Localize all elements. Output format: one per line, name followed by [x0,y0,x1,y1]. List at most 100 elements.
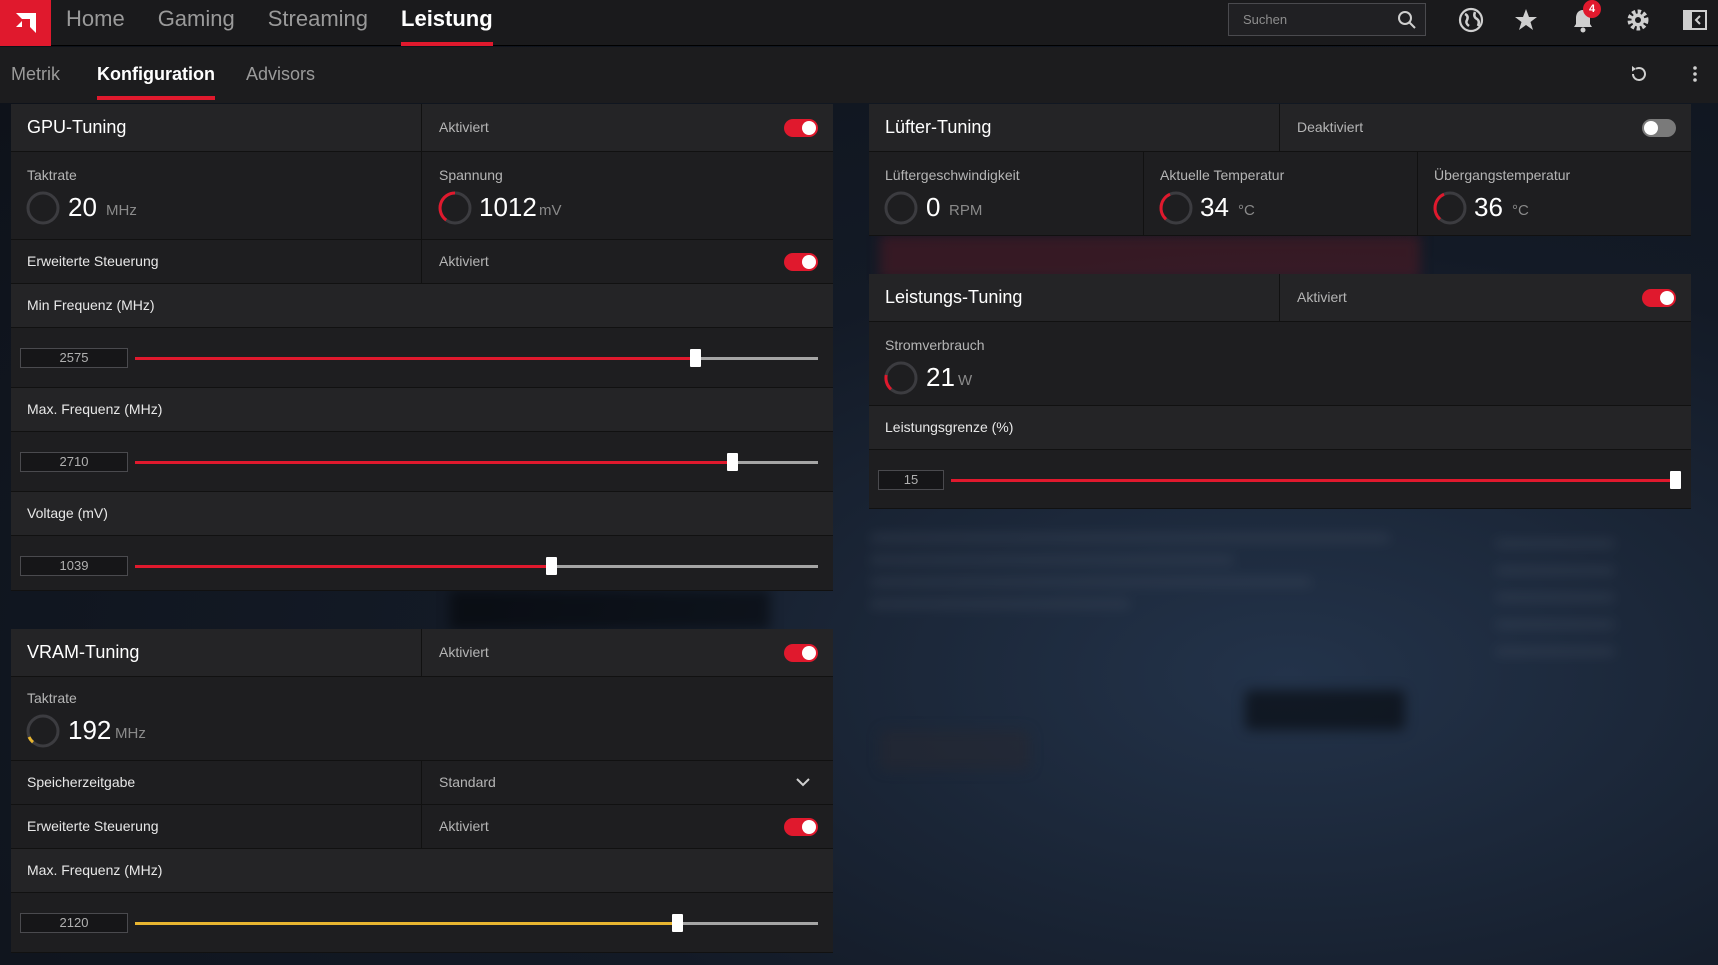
max-frequency-header: Max. Frequenz (MHz) [11,388,833,432]
power-gauge-icon [884,361,918,395]
divider [421,104,422,152]
gear-icon[interactable] [1624,6,1652,34]
power-limit-label: Leistungsgrenze (%) [885,419,1014,435]
max-frequency-thumb[interactable] [727,453,739,471]
divider [421,805,422,849]
min-frequency-thumb[interactable] [689,349,701,367]
vram-max-frequency-thumb[interactable] [672,914,684,932]
vram-taktrate-gauge-icon [26,714,60,748]
gpu-tuning-status: Aktiviert [439,119,489,135]
min-frequency-slider-row: 2575 [11,328,833,388]
more-options-icon[interactable] [1689,63,1701,85]
sidebar-toggle-icon[interactable] [1681,6,1709,34]
junction-temp-unit: °C [1512,202,1529,219]
vram-advanced-control-label: Erweiterte Steuerung [27,818,159,834]
voltage-header: Voltage (mV) [11,492,833,536]
voltage-fill [135,565,552,568]
voltage-input[interactable]: 1039 [20,556,128,576]
max-frequency-fill [135,461,733,464]
fan-tuning-toggle[interactable] [1642,119,1676,137]
voltage-label: Voltage (mV) [27,505,108,521]
background-blur [870,520,1390,640]
min-frequency-label: Min Frequenz (MHz) [27,297,155,313]
background-blur [1495,520,1615,680]
divider [421,629,422,677]
reset-icon[interactable] [1628,63,1650,85]
globe-icon[interactable] [1457,6,1485,34]
power-consumption-value: 21 [926,362,955,392]
nav-gaming[interactable]: Gaming [158,0,235,46]
memory-timing-label: Speicherzeitgabe [27,774,136,790]
tab-metrik[interactable]: Metrik [11,64,60,85]
nav-home[interactable]: Home [66,0,125,46]
power-tuning-toggle[interactable] [1642,289,1676,307]
power-tuning-status: Aktiviert [1297,289,1347,305]
fan-metrics-row: Lüftergeschwindigkeit 0 RPM Aktuelle Tem… [869,152,1691,236]
vram-tuning-header: VRAM-Tuning Aktiviert [11,629,833,677]
background-blur [880,730,1030,770]
junction-temp-gauge-icon [1433,191,1467,225]
nav-streaming[interactable]: Streaming [268,0,368,46]
junction-temp-value: 36 [1474,192,1503,222]
power-limit-slider-row: 15 [869,450,1691,509]
current-temp-unit: °C [1238,202,1255,219]
spannung-gauge-icon [438,191,472,225]
gpu-tuning-header: GPU-Tuning Aktiviert [11,104,833,152]
tab-advisors[interactable]: Advisors [246,64,315,85]
fan-speed-label: Lüftergeschwindigkeit [885,167,1020,183]
taktrate-label: Taktrate [27,167,77,183]
gpu-tuning-title: GPU-Tuning [27,117,127,137]
vram-taktrate-label: Taktrate [27,690,77,706]
vram-max-frequency-input[interactable]: 2120 [20,913,128,933]
vram-tuning-status: Aktiviert [439,644,489,660]
background-blur [1245,690,1405,730]
background-blur [450,590,770,630]
fan-speed-value: 0 [926,192,941,222]
fan-tuning-panel: Lüfter-Tuning Deaktiviert Lüftergeschwin… [869,104,1691,236]
power-limit-input[interactable]: 15 [878,470,944,490]
voltage-thumb[interactable] [546,557,558,575]
gpu-metrics-row: Taktrate 20 MHz Spannung 1012 mV [11,152,833,240]
advanced-control-toggle[interactable] [784,253,818,271]
taktrate-unit: MHz [106,202,137,219]
fan-speed-gauge-icon [884,191,918,225]
vram-max-frequency-label: Max. Frequenz (MHz) [27,862,163,878]
power-tuning-title: Leistungs-Tuning [885,287,1023,307]
min-frequency-input[interactable]: 2575 [20,348,128,368]
min-frequency-header: Min Frequenz (MHz) [11,284,833,328]
search-input[interactable]: Suchen [1228,3,1426,36]
vram-tuning-title: VRAM-Tuning [27,642,140,662]
divider [1279,104,1280,152]
amd-logo[interactable] [0,0,51,46]
max-frequency-label: Max. Frequenz (MHz) [27,401,163,417]
memory-timing-select[interactable]: Standard [439,774,496,790]
power-consumption-label: Stromverbrauch [885,337,985,353]
gpu-tuning-toggle[interactable] [784,119,818,137]
vram-taktrate-unit: MHz [115,725,146,742]
power-limit-fill [951,479,1675,482]
star-icon[interactable] [1512,6,1540,34]
nav-leistung[interactable]: Leistung [401,0,493,46]
sub-nav: Metrik Konfiguration Advisors [0,47,1718,103]
spannung-label: Spannung [439,167,503,183]
chevron-down-icon[interactable] [796,777,810,787]
divider [1279,274,1280,322]
notification-badge: 4 [1583,0,1601,18]
amd-logo-icon [15,13,36,33]
vram-advanced-control-toggle[interactable] [784,818,818,836]
spannung-unit: mV [539,202,562,219]
tab-konfiguration[interactable]: Konfiguration [97,64,215,100]
power-limit-thumb[interactable] [1669,471,1681,489]
fan-tuning-header: Lüfter-Tuning Deaktiviert [869,104,1691,152]
fan-speed-unit: RPM [949,202,983,219]
vram-advanced-control-row: Erweiterte Steuerung Aktiviert [11,805,833,849]
power-metrics-row: Stromverbrauch 21 W [869,322,1691,406]
fan-tuning-title: Lüfter-Tuning [885,117,992,137]
vram-tuning-toggle[interactable] [784,644,818,662]
current-temp-label: Aktuelle Temperatur [1160,167,1285,183]
search-icon[interactable] [1397,10,1417,30]
vram-max-frequency-slider-row: 2120 [11,893,833,953]
vram-tuning-panel: VRAM-Tuning Aktiviert Taktrate 192 MHz S… [11,629,833,953]
max-frequency-input[interactable]: 2710 [20,452,128,472]
advanced-control-status: Aktiviert [439,253,489,269]
